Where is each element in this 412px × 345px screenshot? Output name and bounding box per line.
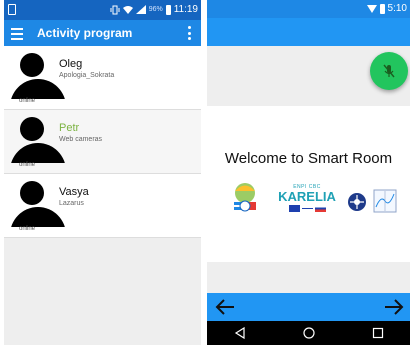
navigation-bar <box>207 293 410 321</box>
toolbar: Activity program <box>4 20 201 46</box>
globe-logo-icon <box>347 192 367 212</box>
vibrate-icon <box>110 5 120 14</box>
contact-list: Oleg Apologia_Sokrata online Petr Web ca… <box>4 46 201 238</box>
bottom-band <box>207 262 410 293</box>
contact-item-oleg[interactable]: Oleg Apologia_Sokrata online <box>4 46 201 110</box>
overflow-menu-icon[interactable] <box>188 26 192 40</box>
contact-name: Petr <box>59 122 80 134</box>
contact-subtitle: Lazarus <box>59 200 84 207</box>
battery-icon <box>165 4 171 15</box>
wifi-icon <box>366 4 377 13</box>
back-triangle-icon[interactable] <box>233 326 247 340</box>
mute-microphone-button[interactable] <box>370 52 408 90</box>
battery-icon <box>379 3 385 14</box>
contact-item-petr[interactable]: Petr Web cameras online <box>4 110 201 174</box>
contact-item-vasya[interactable]: Vasya Lazarus online <box>4 174 201 238</box>
status-bar: 5:10 <box>207 0 410 18</box>
arrow-left-icon[interactable] <box>214 297 236 317</box>
right-phone-screen: 5:10 Welcome to Smart Room ENPI CBC KARE… <box>207 0 410 345</box>
sim-icon <box>8 4 16 15</box>
contact-name: Oleg <box>59 58 83 70</box>
contact-status: online <box>19 226 36 232</box>
microphone-off-icon <box>383 64 395 78</box>
signal-icon <box>135 5 146 14</box>
battery-percent: 96% <box>148 6 163 13</box>
status-time: 11:19 <box>173 4 198 15</box>
karelia-logo: ENPI CBC KARELIA <box>278 184 336 216</box>
karelia-logo-word: KARELIA <box>278 189 336 204</box>
flag-icons <box>278 205 336 212</box>
contact-subtitle: Web cameras <box>59 136 103 143</box>
status-bar: 96% 11:19 <box>4 0 201 20</box>
contact-status: online <box>19 162 36 168</box>
toolbar <box>207 18 410 46</box>
hamburger-menu-icon[interactable] <box>11 25 29 41</box>
left-phone-screen: 96% 11:19 Activity program Oleg Apologia… <box>4 0 201 345</box>
status-time: 5:10 <box>387 3 407 14</box>
screenshot-root: 96% 11:19 Activity program Oleg Apologia… <box>0 0 412 345</box>
chart-logo-icon <box>373 189 397 213</box>
contact-name: Vasya <box>59 186 89 198</box>
partner-logos: ENPI CBC KARELIA <box>207 180 410 220</box>
wifi-icon <box>122 6 133 14</box>
toolbar-title: Activity program <box>37 26 133 40</box>
system-navigation-bar <box>207 321 410 345</box>
home-circle-icon[interactable] <box>302 326 316 340</box>
contact-status: online <box>19 98 36 104</box>
recents-square-icon[interactable] <box>371 326 385 340</box>
welcome-title: Welcome to Smart Room <box>224 150 393 167</box>
eauct-logo <box>229 182 261 216</box>
arrow-right-icon[interactable] <box>383 297 405 317</box>
contact-subtitle: Apologia_Sokrata <box>59 72 115 79</box>
